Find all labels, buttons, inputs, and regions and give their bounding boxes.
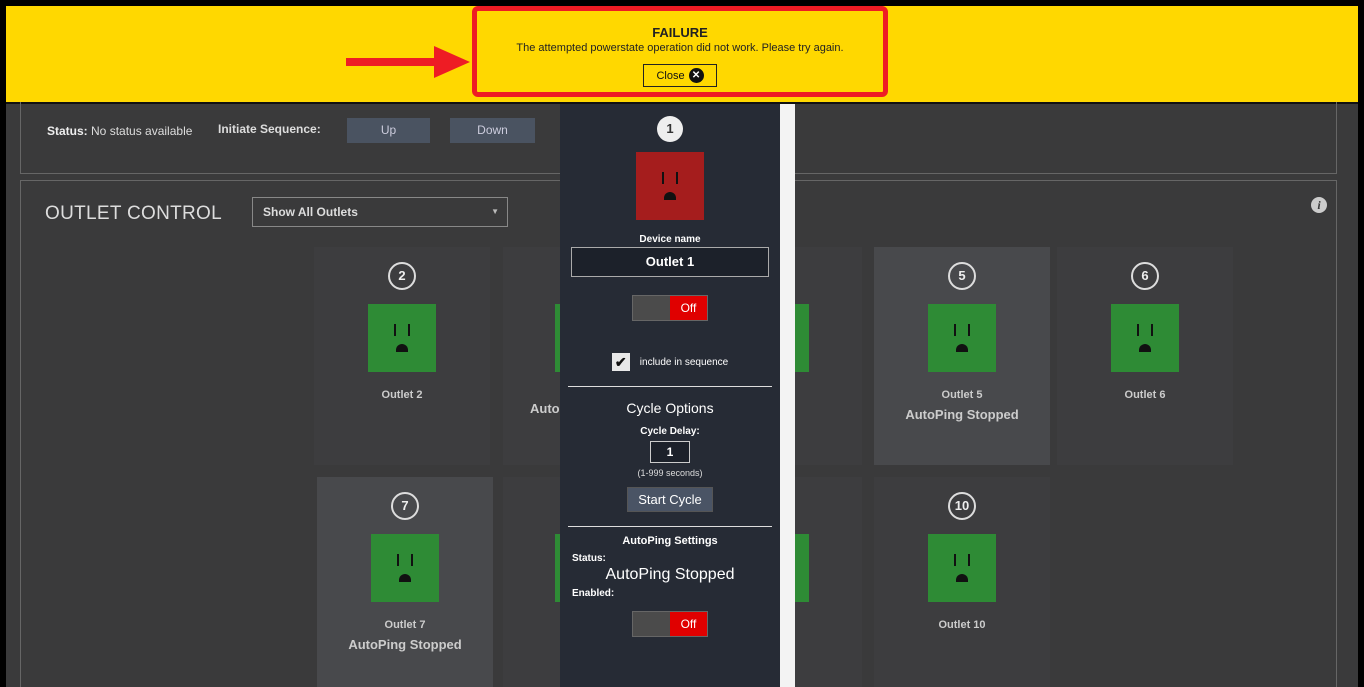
outlet-number: 6 bbox=[1131, 262, 1159, 290]
status-label: Status: bbox=[47, 124, 88, 138]
status-value: No status available bbox=[91, 124, 193, 138]
outlet-filter-select[interactable]: Show All Outlets ▼ bbox=[252, 197, 508, 227]
power-toggle[interactable]: Off bbox=[632, 295, 708, 321]
device-name-input[interactable]: Outlet 1 bbox=[571, 247, 769, 277]
toggle-track bbox=[633, 296, 670, 320]
outlet-number: 5 bbox=[948, 262, 976, 290]
outlet-autoping-status: AutoPing Stopped bbox=[905, 407, 1019, 422]
autoping-status-label: Status: bbox=[572, 553, 606, 564]
failure-title: FAILURE bbox=[652, 25, 708, 40]
outlet-number: 7 bbox=[391, 492, 419, 520]
cycle-delay-hint: (1-999 seconds) bbox=[637, 468, 703, 478]
outlet-socket-icon bbox=[928, 534, 996, 602]
chevron-down-icon: ▼ bbox=[491, 207, 499, 216]
outlet-control-title: OUTLET CONTROL bbox=[45, 203, 222, 224]
outlet-tile-9[interactable] bbox=[789, 477, 862, 687]
outlet-edit-panel: 1 Device name Outlet 1 Off ✔ include in … bbox=[560, 104, 780, 687]
outlet-socket-icon bbox=[371, 534, 439, 602]
sequence-up-button[interactable]: Up bbox=[347, 118, 430, 143]
failure-banner: FAILURE The attempted powerstate operati… bbox=[6, 6, 1358, 104]
sequence-down-button[interactable]: Down bbox=[450, 118, 535, 143]
panel-scroll-strip bbox=[780, 104, 795, 687]
include-sequence-label: include in sequence bbox=[639, 356, 729, 368]
cycle-delay-label: Cycle Delay: bbox=[640, 426, 700, 437]
outlet-socket-icon bbox=[928, 304, 996, 372]
outlet-name: Outlet 7 bbox=[384, 619, 426, 631]
include-sequence-row: ✔ include in sequence bbox=[560, 353, 780, 371]
app-frame: FAILURE The attempted powerstate operati… bbox=[6, 6, 1358, 687]
outlet-name: Outlet 10 bbox=[938, 619, 986, 631]
outlet-autoping-status: AutoPing Stopped bbox=[348, 637, 462, 652]
initiate-sequence-label: Initiate Sequence: bbox=[218, 122, 321, 136]
autoping-enabled-state: Off bbox=[670, 612, 707, 636]
autoping-settings-title: AutoPing Settings bbox=[622, 535, 718, 547]
cycle-options-title: Cycle Options bbox=[626, 400, 714, 416]
outlet-number: 1 bbox=[657, 116, 683, 142]
outlet-socket-icon bbox=[636, 152, 704, 220]
outlet-name: Outlet 6 bbox=[1124, 389, 1166, 401]
divider bbox=[568, 526, 772, 527]
outlet-name: Outlet 2 bbox=[381, 389, 423, 401]
outlet-tile-4[interactable] bbox=[789, 247, 862, 465]
status-text: Status: No status available bbox=[47, 124, 192, 138]
outlet-number: 10 bbox=[948, 492, 976, 520]
outlet-number: 2 bbox=[388, 262, 416, 290]
include-sequence-checkbox[interactable]: ✔ bbox=[611, 353, 630, 371]
outlet-name: Outlet 5 bbox=[941, 389, 983, 401]
autoping-status-value: AutoPing Stopped bbox=[605, 566, 735, 583]
outlet-socket-icon bbox=[1111, 304, 1179, 372]
close-button[interactable]: Close ✕ bbox=[643, 64, 717, 87]
device-name-label: Device name bbox=[639, 234, 701, 245]
close-label: Close bbox=[656, 69, 685, 82]
autoping-enabled-toggle[interactable]: Off bbox=[632, 611, 708, 637]
outlet-tile-7[interactable]: 7 Outlet 7 AutoPing Stopped bbox=[317, 477, 493, 687]
autoping-enabled-label: Enabled: bbox=[572, 588, 615, 599]
outlet-tile-5[interactable]: 5 Outlet 5 AutoPing Stopped bbox=[874, 247, 1050, 465]
failure-alert: FAILURE The attempted powerstate operati… bbox=[472, 6, 888, 97]
outlet-tile-6[interactable]: 6 Outlet 6 bbox=[1057, 247, 1233, 465]
divider bbox=[568, 386, 772, 387]
failure-message: The attempted powerstate operation did n… bbox=[516, 42, 844, 54]
power-state-label: Off bbox=[670, 296, 707, 320]
toggle-track bbox=[633, 612, 670, 636]
info-icon[interactable]: i bbox=[1311, 197, 1327, 213]
outlet-tile-2[interactable]: 2 Outlet 2 bbox=[314, 247, 490, 465]
start-cycle-button[interactable]: Start Cycle bbox=[627, 487, 713, 512]
outlet-tile-10[interactable]: 10 Outlet 10 bbox=[874, 477, 1050, 687]
arrow-right-icon bbox=[346, 46, 470, 78]
cycle-delay-input[interactable]: 1 bbox=[650, 441, 690, 463]
outlet-filter-value: Show All Outlets bbox=[263, 205, 358, 219]
outlet-socket-icon bbox=[368, 304, 436, 372]
x-circle-icon: ✕ bbox=[688, 68, 704, 83]
